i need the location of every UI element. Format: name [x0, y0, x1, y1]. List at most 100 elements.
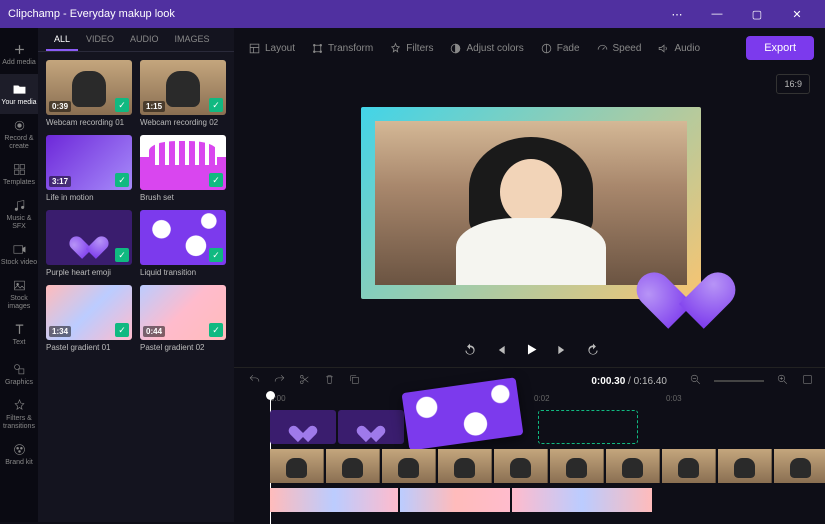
- check-icon: ✓: [115, 323, 129, 337]
- undo-button[interactable]: [248, 373, 261, 389]
- check-icon: ✓: [209, 323, 223, 337]
- media-thumb[interactable]: 0:44 ✓: [140, 285, 226, 340]
- tool-filters[interactable]: Filters: [389, 42, 433, 55]
- overlay-track[interactable]: [270, 410, 825, 444]
- media-item[interactable]: 3:17✓ Life in motion: [46, 135, 132, 202]
- tab-video[interactable]: VIDEO: [78, 28, 122, 51]
- check-icon: ✓: [115, 173, 129, 187]
- next-frame-button[interactable]: [556, 343, 570, 362]
- toolbar: Layout Transform Filters Adjust colors F…: [234, 28, 825, 68]
- playback-controls: [234, 337, 825, 367]
- skip-fwd-5-button[interactable]: [586, 343, 600, 362]
- split-button[interactable]: [298, 373, 311, 389]
- video-frame[interactable]: [270, 449, 324, 483]
- background-track[interactable]: [270, 488, 825, 512]
- media-name: Liquid transition: [140, 268, 226, 277]
- drop-target[interactable]: [538, 410, 638, 444]
- export-button[interactable]: Export: [746, 36, 814, 60]
- timeline-toolbar: 0:00.30 / 0:16.40: [234, 368, 825, 394]
- zoom-out-button[interactable]: [689, 373, 702, 389]
- media-thumb[interactable]: 1:15 ✓: [140, 60, 226, 115]
- media-name: Webcam recording 02: [140, 118, 226, 127]
- tab-audio[interactable]: AUDIO: [122, 28, 167, 51]
- heart-overlay[interactable]: [651, 244, 721, 314]
- window-maximize-button[interactable]: ▢: [737, 8, 777, 21]
- tracks[interactable]: [234, 410, 825, 522]
- media-thumb[interactable]: ✓: [140, 210, 226, 265]
- check-icon: ✓: [115, 98, 129, 112]
- check-icon: ✓: [115, 248, 129, 262]
- rail-stock-video[interactable]: Stock video: [0, 234, 38, 274]
- media-thumb[interactable]: 3:17✓: [46, 135, 132, 190]
- media-item[interactable]: 0:39✓ Webcam recording 01: [46, 60, 132, 127]
- media-name: Webcam recording 01: [46, 118, 132, 127]
- rail-text[interactable]: Text: [0, 314, 38, 354]
- clip-heart-2[interactable]: [338, 410, 404, 444]
- media-thumb[interactable]: ✓.t-he .mini::before,.t-he .mini::after{…: [46, 210, 132, 265]
- media-item[interactable]: 1:15 ✓ Webcam recording 02: [140, 60, 226, 127]
- aspect-ratio-button[interactable]: 16:9: [776, 74, 810, 94]
- preview-canvas[interactable]: [361, 107, 701, 299]
- redo-button[interactable]: [273, 373, 286, 389]
- tool-transform[interactable]: Transform: [311, 42, 373, 55]
- window-close-button[interactable]: ✕: [777, 8, 817, 21]
- tool-audio[interactable]: Audio: [657, 42, 700, 55]
- check-icon: ✓: [209, 248, 223, 262]
- media-thumb[interactable]: ✓: [140, 135, 226, 190]
- zoom-slider[interactable]: [714, 380, 764, 382]
- tab-images[interactable]: IMAGES: [167, 28, 218, 51]
- duplicate-button[interactable]: [348, 373, 361, 389]
- media-name: Purple heart emoji: [46, 268, 132, 277]
- media-thumb[interactable]: 0:39✓: [46, 60, 132, 115]
- media-panel: ALL VIDEO AUDIO IMAGES 0:39✓ Webcam recor…: [38, 28, 234, 522]
- media-item[interactable]: 0:44 ✓ Pastel gradient 02: [140, 285, 226, 352]
- skip-back-5-button[interactable]: [463, 343, 477, 362]
- zoom-fit-button[interactable]: [801, 373, 814, 389]
- window-minimize-button[interactable]: —: [697, 8, 737, 20]
- media-name: Life in motion: [46, 193, 132, 202]
- media-item[interactable]: ✓Brush set: [140, 135, 226, 202]
- media-name: Pastel gradient 02: [140, 343, 226, 352]
- media-name: Pastel gradient 01: [46, 343, 132, 352]
- media-duration: 1:34: [49, 326, 71, 337]
- rail-stock-images[interactable]: Stock images: [0, 274, 38, 314]
- video-track[interactable]: [270, 449, 825, 483]
- media-item[interactable]: 1:34 ✓ Pastel gradient 01: [46, 285, 132, 352]
- media-item[interactable]: ✓ Liquid transition: [140, 210, 226, 277]
- gradient-clip-1[interactable]: [270, 488, 398, 512]
- timeline-ruler[interactable]: 0:00 0:01 0:02 0:03: [234, 394, 825, 410]
- rail-brand-kit[interactable]: Brand kit: [0, 434, 38, 474]
- tab-all[interactable]: ALL: [46, 28, 78, 51]
- window-menu-button[interactable]: ⋯: [657, 8, 697, 21]
- left-rail: Add media Your media Record & create Tem…: [0, 28, 38, 522]
- gradient-clip-3[interactable]: [512, 488, 652, 512]
- tool-fade[interactable]: Fade: [540, 42, 580, 55]
- delete-button[interactable]: [323, 373, 336, 389]
- check-icon: ✓: [209, 173, 223, 187]
- timecode: 0:00.30 / 0:16.40: [591, 376, 667, 387]
- clip-heart-1[interactable]: [270, 410, 336, 444]
- check-icon: ✓: [209, 98, 223, 112]
- rail-your-media[interactable]: Your media: [0, 74, 38, 114]
- gradient-clip-2[interactable]: [400, 488, 510, 512]
- media-tabs: ALL VIDEO AUDIO IMAGES: [38, 28, 234, 52]
- media-thumb[interactable]: 1:34 ✓: [46, 285, 132, 340]
- rail-templates[interactable]: Templates: [0, 154, 38, 194]
- rail-filters-transitions[interactable]: Filters & transitions: [0, 394, 38, 434]
- tool-speed[interactable]: Speed: [596, 42, 642, 55]
- zoom-in-button[interactable]: [776, 373, 789, 389]
- rail-add-media[interactable]: Add media: [0, 34, 38, 74]
- play-button[interactable]: [523, 341, 540, 363]
- rail-graphics[interactable]: Graphics: [0, 354, 38, 394]
- rail-record[interactable]: Record & create: [0, 114, 38, 154]
- project-name: Everyday makup look: [70, 8, 175, 20]
- tool-adjust-colors[interactable]: Adjust colors: [449, 42, 523, 55]
- media-duration: 1:15: [143, 101, 165, 112]
- media-item[interactable]: ✓.t-he .mini::before,.t-he .mini::after{…: [46, 210, 132, 277]
- preview-person: [469, 137, 594, 285]
- titlebar: Clipchamp - Everyday makup look ⋯ — ▢ ✕: [0, 0, 825, 28]
- tool-layout[interactable]: Layout: [248, 42, 295, 55]
- prev-frame-button[interactable]: [493, 343, 507, 362]
- rail-music[interactable]: Music & SFX: [0, 194, 38, 234]
- media-duration: 0:44: [143, 326, 165, 337]
